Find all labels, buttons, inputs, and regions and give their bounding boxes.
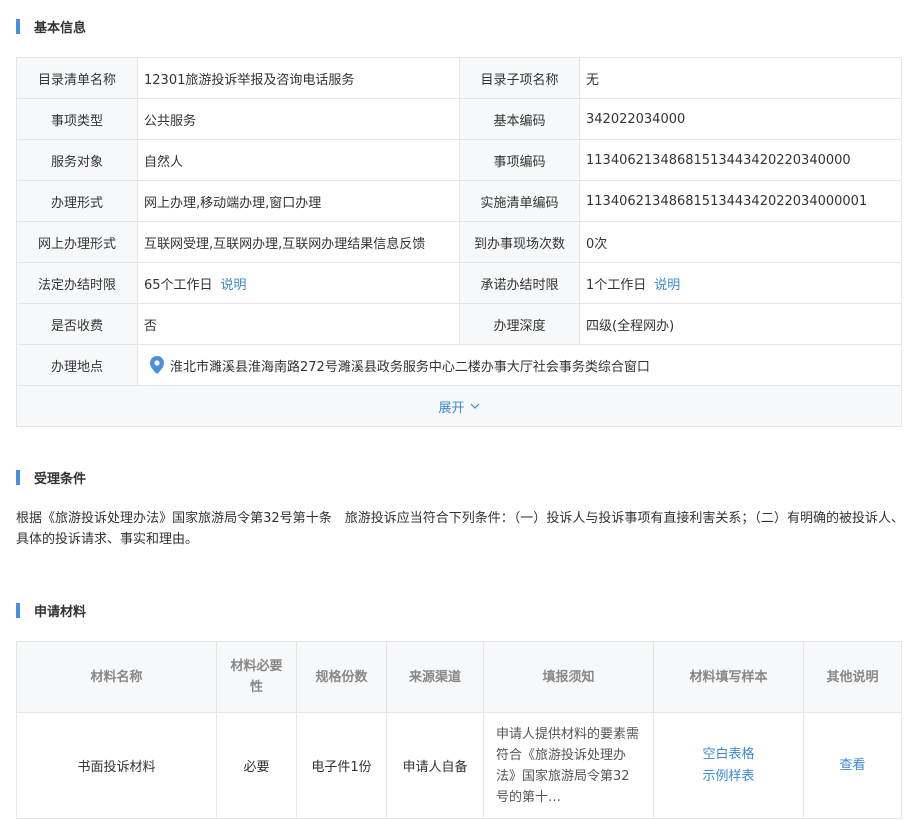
info-value: 自然人 (144, 154, 184, 170)
column-header-spec: 规格份数 (296, 641, 387, 713)
info-value: 1个工作日 说明 (580, 263, 901, 303)
info-label: 到办事现场次数 (459, 222, 580, 262)
info-row: 目录清单名称 12301旅游投诉举报及咨询电话服务 目录子项名称 无 (17, 58, 901, 99)
info-value: 65个工作日 说明 (138, 263, 459, 303)
info-label: 是否收费 (17, 304, 138, 344)
basic-info-table: 目录清单名称 12301旅游投诉举报及咨询电话服务 目录子项名称 无 事项类型 … (16, 57, 902, 427)
info-label: 目录清单名称 (17, 58, 138, 98)
info-value: 0次 (586, 236, 608, 252)
info-label: 基本编码 (459, 99, 580, 139)
material-other-cell: 查看 (803, 712, 902, 819)
info-label: 办理深度 (459, 304, 580, 344)
materials-table: 材料名称 材料必要性 规格份数 来源渠道 填报须知 材料填写样本 其他说明 书面… (16, 641, 902, 819)
material-notice: 申请人提供材料的要素需符合《旅游投诉处理办法》国家旅游局令第32号的第十… (483, 712, 654, 819)
section-title-basic-info: 基本信息 (16, 17, 87, 36)
info-label: 办理形式 (17, 181, 138, 221)
info-value: 1134062134868151344342022034000001 (586, 193, 868, 209)
info-label: 办理地点 (17, 345, 138, 385)
material-name: 书面投诉材料 (16, 712, 217, 819)
promised-deadline-explain-link[interactable]: 说明 (654, 274, 680, 293)
info-label: 目录子项名称 (459, 58, 580, 98)
info-label: 实施清单编码 (459, 181, 580, 221)
sample-form-link[interactable]: 示例样表 (654, 766, 803, 788)
address-value: 淮北市濉溪县淮海南路272号濉溪县政务服务中心二楼办事大厅社会事务类综合窗口 (138, 345, 901, 385)
section-title-materials: 申请材料 (16, 601, 87, 620)
blank-form-link[interactable]: 空白表格 (654, 744, 803, 766)
column-header-other: 其他说明 (803, 641, 902, 713)
info-value: 网上办理,移动端办理,窗口办理 (144, 195, 322, 211)
info-row: 办理形式 网上办理,移动端办理,窗口办理 实施清单编码 113406213486… (17, 181, 901, 222)
info-value: 否 (144, 318, 158, 334)
column-header-notice: 填报须知 (483, 641, 654, 713)
info-label: 网上办理形式 (17, 222, 138, 262)
section-accent-bar (16, 469, 20, 485)
material-source: 申请人自备 (386, 712, 484, 819)
info-row: 服务对象 自然人 事项编码 11340621348681513443420220… (17, 140, 901, 181)
legal-deadline-value: 65个工作日 (144, 277, 213, 293)
column-header-required: 材料必要性 (216, 641, 297, 713)
address-text: 淮北市濉溪县淮海南路272号濉溪县政务服务中心二楼办事大厅社会事务类综合窗口 (170, 359, 650, 375)
section-title-text: 申请材料 (34, 604, 87, 620)
column-header-source: 来源渠道 (386, 641, 484, 713)
material-sample-cell: 空白表格 示例样表 (653, 712, 804, 819)
section-accent-bar (16, 602, 20, 618)
material-spec: 电子件1份 (296, 712, 387, 819)
info-row: 是否收费 否 办理深度 四级(全程网办) (17, 304, 901, 345)
column-header-name: 材料名称 (16, 641, 217, 713)
info-value: 互联网受理,互联网办理,互联网办理结果信息反馈 (144, 236, 426, 252)
info-label: 服务对象 (17, 140, 138, 180)
chevron-down-icon (470, 403, 479, 409)
info-row: 事项类型 公共服务 基本编码 342022034000 (17, 99, 901, 140)
info-value: 11340621348681513443420220340000 (586, 152, 851, 168)
legal-deadline-explain-link[interactable]: 说明 (221, 274, 247, 293)
section-title-conditions: 受理条件 (16, 468, 87, 487)
column-header-sample: 材料填写样本 (653, 641, 804, 713)
info-row: 网上办理形式 互联网受理,互联网办理,互联网办理结果信息反馈 到办事现场次数 0… (17, 222, 901, 263)
info-value: 12301旅游投诉举报及咨询电话服务 (144, 72, 355, 88)
table-row: 书面投诉材料 必要 电子件1份 申请人自备 申请人提供材料的要素需符合《旅游投诉… (16, 712, 902, 819)
expand-label: 展开 (438, 400, 465, 416)
section-title-text: 基本信息 (34, 20, 87, 36)
promised-deadline-value: 1个工作日 (586, 277, 647, 293)
info-label: 事项类型 (17, 99, 138, 139)
info-value: 公共服务 (144, 113, 197, 129)
material-required: 必要 (216, 712, 297, 819)
info-value: 342022034000 (586, 111, 686, 127)
info-row-address: 办理地点 淮北市濉溪县淮海南路272号濉溪县政务服务中心二楼办事大厅社会事务类综… (17, 345, 901, 386)
info-value: 四级(全程网办) (586, 318, 675, 334)
info-label: 承诺办结时限 (459, 263, 580, 303)
table-header-row: 材料名称 材料必要性 规格份数 来源渠道 填报须知 材料填写样本 其他说明 (16, 641, 902, 713)
view-link[interactable]: 查看 (804, 755, 901, 777)
map-pin-icon (150, 356, 164, 374)
expand-button[interactable]: 展开 (17, 386, 901, 427)
section-accent-bar (16, 18, 20, 34)
section-title-text: 受理条件 (34, 471, 87, 487)
info-label: 事项编码 (459, 140, 580, 180)
info-value: 无 (586, 72, 600, 88)
info-row: 法定办结时限 65个工作日 说明 承诺办结时限 1个工作日 说明 (17, 263, 901, 304)
info-label: 法定办结时限 (17, 263, 138, 303)
conditions-text: 根据《旅游投诉处理办法》国家旅游局令第32号第十条 旅游投诉应当符合下列条件：（… (16, 511, 904, 547)
